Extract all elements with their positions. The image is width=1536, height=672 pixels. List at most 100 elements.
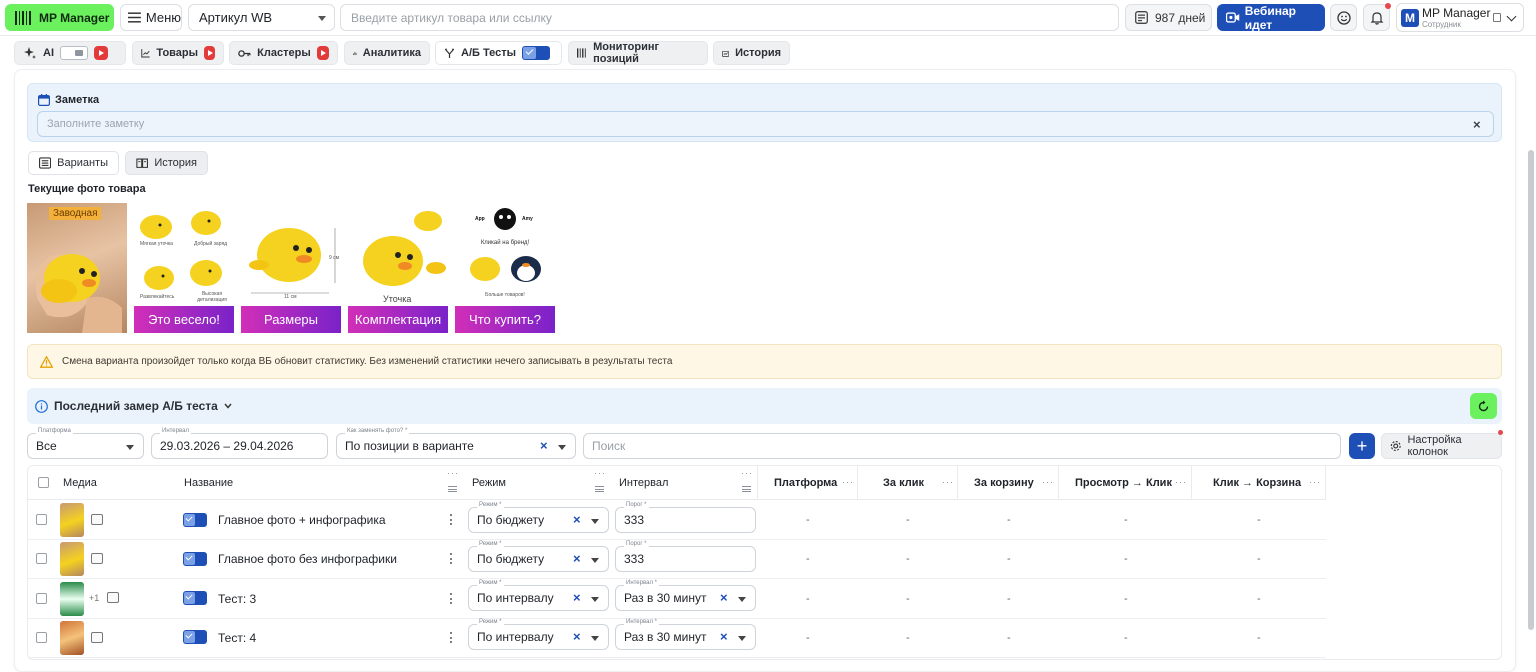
interval-date-picker[interactable]: Интервал 29.03.2026 – 29.04.2026 bbox=[151, 428, 328, 459]
platform-value: - bbox=[806, 553, 810, 565]
info-icon bbox=[35, 399, 48, 413]
article-type-select[interactable]: Артикул WB bbox=[188, 4, 335, 31]
gallery-icon[interactable] bbox=[91, 514, 103, 525]
more-options-icon[interactable] bbox=[450, 553, 453, 564]
table-search-input[interactable]: Поиск bbox=[583, 433, 1341, 459]
threshold-input[interactable]: Порог * 333 bbox=[615, 502, 756, 533]
variant-name: Главное фото + инфографика bbox=[218, 513, 386, 527]
tab-analytics[interactable]: Аналитика bbox=[344, 41, 430, 65]
last-measurement-toggle[interactable]: Последний замер А/Б теста bbox=[35, 399, 232, 413]
column-menu-icon[interactable]: ··· bbox=[594, 468, 606, 478]
variant-toggle[interactable] bbox=[183, 513, 207, 527]
product-photo-4[interactable]: Уточка Комплектация bbox=[348, 203, 448, 333]
close-icon[interactable]: × bbox=[573, 629, 581, 644]
youtube-icon[interactable] bbox=[94, 46, 108, 60]
tab-ai[interactable]: AI bbox=[14, 41, 126, 65]
variant-toggle[interactable] bbox=[183, 591, 207, 605]
subscription-days-button[interactable]: 987 дней bbox=[1125, 4, 1212, 31]
account-switcher[interactable]: M MP Manager Сотрудник bbox=[1396, 3, 1524, 32]
webinar-button[interactable]: Вебинар идет bbox=[1217, 3, 1325, 32]
view-click-value: - bbox=[1124, 632, 1128, 644]
split-arrows-icon bbox=[444, 48, 455, 58]
webinar-label: Вебинар идет bbox=[1244, 3, 1296, 32]
history-button[interactable]: История bbox=[125, 151, 208, 175]
notifications-button[interactable] bbox=[1363, 3, 1391, 31]
emoji-button[interactable] bbox=[1330, 4, 1357, 31]
column-menu-icon[interactable]: ··· bbox=[842, 477, 854, 487]
account-name: MP Manager bbox=[1422, 6, 1491, 20]
tab-history[interactable]: История bbox=[713, 41, 790, 65]
row-checkbox[interactable] bbox=[36, 514, 47, 525]
product-photo-3[interactable]: 11 см 9 см Размеры bbox=[241, 203, 341, 333]
row-checkbox[interactable] bbox=[36, 593, 47, 604]
chevron-down-icon[interactable] bbox=[1506, 11, 1517, 22]
column-menu-icon[interactable]: ··· bbox=[1309, 477, 1321, 487]
column-resize-icon[interactable] bbox=[595, 486, 604, 492]
variant-toggle[interactable] bbox=[183, 552, 207, 566]
column-resize-icon[interactable] bbox=[742, 486, 751, 492]
product-photo-5[interactable]: App Amy Кликай на бренд! Больше товаров!… bbox=[455, 203, 555, 333]
variant-thumbnail[interactable] bbox=[60, 503, 84, 537]
mode-select[interactable]: Режим * По интервалу × bbox=[468, 580, 609, 611]
tab-products[interactable]: Товары bbox=[132, 41, 224, 65]
tab-clusters[interactable]: Кластеры bbox=[229, 41, 338, 65]
logo-button[interactable]: MP Manager bbox=[5, 4, 114, 31]
interval-select[interactable]: Интервал * Раз в 30 минут × bbox=[615, 619, 756, 650]
variant-toggle[interactable] bbox=[183, 630, 207, 644]
ai-toggle[interactable] bbox=[60, 46, 88, 60]
click-cart-value: - bbox=[1257, 632, 1261, 644]
youtube-icon[interactable] bbox=[204, 46, 215, 60]
photo-replace-select[interactable]: Как заменять фото? * По позиции в вариан… bbox=[336, 428, 576, 459]
column-menu-icon[interactable]: ··· bbox=[447, 468, 459, 478]
refresh-button[interactable] bbox=[1470, 393, 1497, 419]
close-icon[interactable]: × bbox=[720, 590, 728, 605]
mode-label: Режим * bbox=[477, 541, 504, 547]
youtube-icon[interactable] bbox=[316, 46, 329, 60]
mode-select[interactable]: Режим * По бюджету × bbox=[468, 541, 609, 572]
tab-position-monitoring[interactable]: Мониторинг позиций bbox=[568, 41, 708, 65]
column-menu-icon[interactable]: ··· bbox=[741, 468, 753, 478]
close-icon[interactable]: × bbox=[573, 512, 581, 527]
close-icon[interactable]: × bbox=[540, 438, 548, 453]
platform-select[interactable]: Платформа Все bbox=[27, 428, 144, 459]
more-options-icon[interactable] bbox=[450, 514, 453, 525]
column-resize-icon[interactable] bbox=[448, 486, 457, 492]
close-icon[interactable]: × bbox=[573, 590, 581, 605]
tab-ab-tests[interactable]: А/Б Тесты bbox=[435, 41, 562, 65]
add-variant-button[interactable]: + bbox=[1349, 433, 1375, 459]
row-checkbox[interactable] bbox=[36, 553, 47, 564]
close-icon[interactable]: × bbox=[573, 551, 581, 566]
gallery-icon[interactable] bbox=[91, 632, 103, 643]
variant-thumbnail[interactable] bbox=[60, 582, 84, 616]
gallery-icon[interactable] bbox=[107, 592, 119, 603]
close-icon[interactable]: × bbox=[720, 629, 728, 644]
warning-banner: Смена варианта произойдет только когда В… bbox=[27, 344, 1502, 379]
note-input[interactable] bbox=[37, 111, 1494, 137]
more-options-icon[interactable] bbox=[450, 593, 453, 604]
close-icon[interactable]: × bbox=[1473, 117, 1481, 132]
interval-select[interactable]: Интервал * Раз в 30 минут × bbox=[615, 580, 756, 611]
product-photo-1[interactable]: Заводная bbox=[27, 203, 127, 333]
column-settings-button[interactable]: Настройка колонок bbox=[1381, 430, 1503, 459]
menu-button[interactable]: Меню bbox=[120, 4, 182, 31]
column-menu-icon[interactable]: ··· bbox=[1175, 477, 1187, 487]
more-options-icon[interactable] bbox=[450, 632, 453, 643]
column-menu-icon[interactable]: ··· bbox=[1042, 477, 1054, 487]
hamburger-icon bbox=[128, 12, 141, 23]
threshold-input[interactable]: Порог * 333 bbox=[615, 541, 756, 572]
column-menu-icon[interactable]: ··· bbox=[942, 477, 954, 487]
copy-icon[interactable] bbox=[1493, 13, 1501, 22]
page-scrollbar[interactable] bbox=[1528, 150, 1534, 630]
gallery-icon[interactable] bbox=[91, 553, 103, 564]
mode-select[interactable]: Режим * По бюджету × bbox=[468, 502, 609, 533]
product-photo-2[interactable]: Мягкая уточка Добрый заряд Развлекайтесь… bbox=[134, 203, 234, 333]
mode-select[interactable]: Режим * По интервалу × bbox=[468, 619, 609, 650]
variant-thumbnail[interactable] bbox=[60, 621, 84, 655]
variants-button[interactable]: Варианты bbox=[28, 151, 119, 175]
variant-thumbnail[interactable] bbox=[60, 542, 84, 576]
ab-tests-toggle[interactable] bbox=[522, 46, 551, 60]
row-checkbox[interactable] bbox=[36, 632, 47, 643]
select-all-checkbox[interactable] bbox=[38, 477, 49, 488]
article-search-input[interactable] bbox=[340, 4, 1119, 31]
chevron-down-icon bbox=[591, 636, 599, 641]
